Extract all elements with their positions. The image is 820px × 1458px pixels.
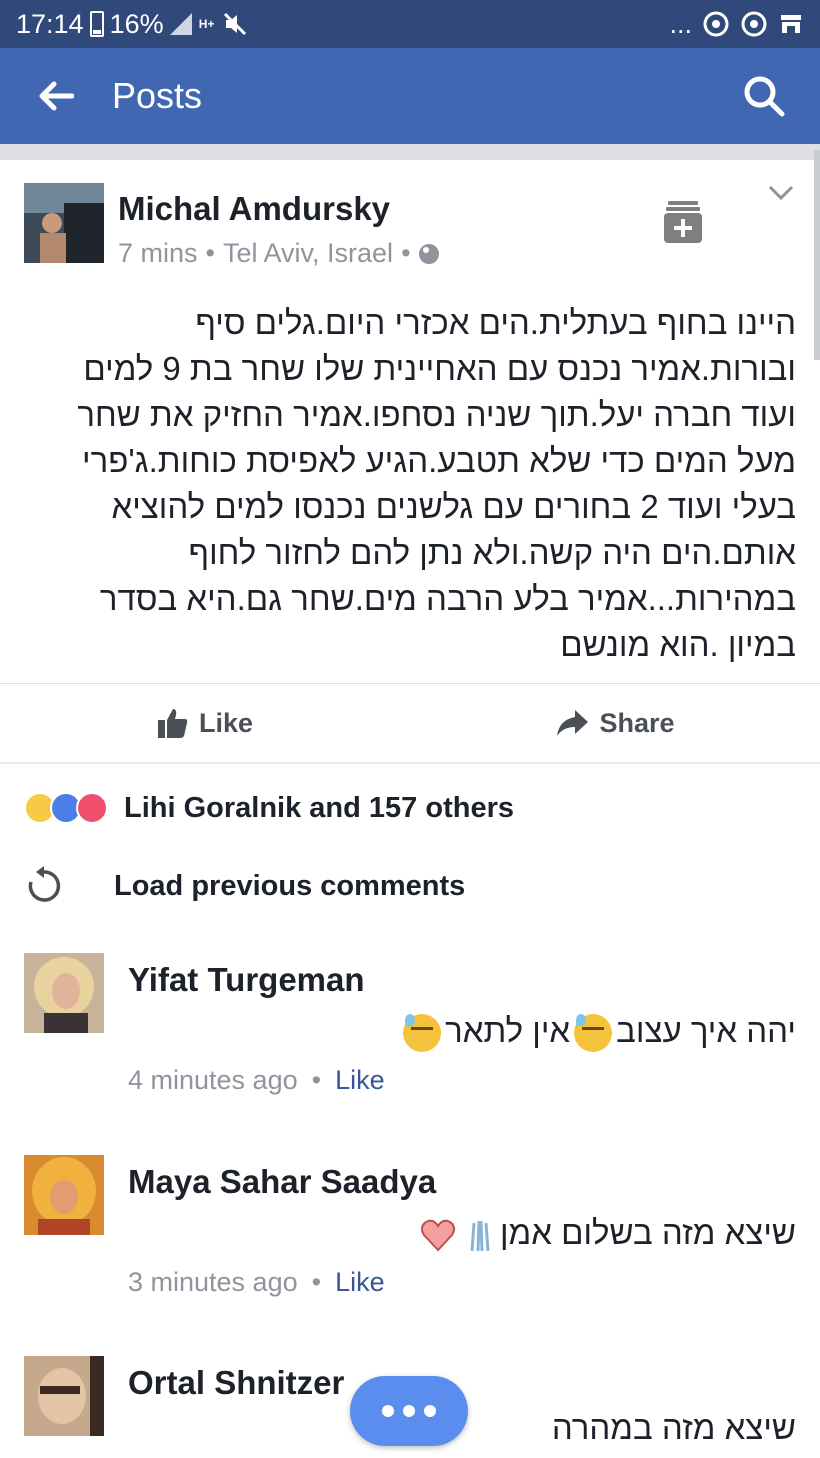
comment-like-button[interactable]: Like [335, 1267, 385, 1298]
share-button[interactable]: Share [410, 684, 820, 762]
like-thumb-icon [157, 709, 188, 738]
status-bar: 17:14 16% H+ ... [0, 0, 820, 48]
post-body: היינו בחוף בעתלית.הים אכזרי היום.גלים סי… [77, 304, 796, 663]
globe-icon [418, 243, 439, 264]
load-previous-label: Load previous comments [114, 869, 466, 902]
more-dots-icon [382, 1405, 394, 1417]
comment-time: 3 minutes ago [128, 1267, 298, 1297]
more-dots-icon [424, 1405, 436, 1417]
reactions-summary[interactable]: Lihi Goralnik and 157 others [24, 786, 514, 830]
network-type: H+ [198, 17, 215, 31]
meta-dot: • [311, 1065, 322, 1095]
meta-dot: • [205, 238, 215, 268]
comment-meta: 4 minutes ago • Like [128, 1065, 385, 1096]
sync-icon [703, 11, 729, 37]
load-previous-comments[interactable]: Load previous comments [24, 862, 465, 910]
sad-sweat-emoji-icon [574, 1014, 613, 1053]
comment-text: יהה איך עצוב אין לתאר [128, 1009, 796, 1053]
commenter-avatar[interactable] [24, 1356, 104, 1436]
post-header: Michal Amdursky 7 mins • Tel Aviv, Israe… [0, 160, 820, 280]
commenter-avatar[interactable] [24, 1155, 104, 1235]
comment-text: שיצא מזה בשלום אמן [128, 1211, 796, 1255]
search-button[interactable] [736, 68, 792, 124]
post-actions: Like Share [0, 683, 820, 762]
sad-sweat-emoji-icon-2 [403, 1014, 442, 1053]
battery-level: 16% [109, 8, 164, 39]
back-button[interactable] [28, 68, 84, 124]
post-card: Michal Amdursky 7 mins • Tel Aviv, Israe… [0, 160, 820, 738]
heart-icon [420, 1219, 456, 1252]
commenter-name[interactable]: Ortal Shnitzer [128, 1364, 344, 1402]
section-divider [0, 762, 820, 764]
overflow-indicator: ... [669, 8, 692, 39]
search-icon [744, 76, 785, 117]
feed-separator [0, 144, 820, 160]
refresh-icon [28, 866, 61, 902]
signal-icon [169, 13, 192, 35]
share-arrow-icon [557, 710, 589, 736]
more-dots-icon [403, 1405, 415, 1417]
commenter-avatar[interactable] [24, 953, 104, 1033]
chevron-down-icon[interactable] [768, 184, 794, 202]
praying-hands-icon [470, 1221, 490, 1252]
author-avatar[interactable] [24, 183, 104, 263]
page-title: Posts [112, 75, 203, 116]
post-meta: 7 mins • Tel Aviv, Israel • [118, 238, 439, 269]
more-options-button[interactable] [350, 1376, 468, 1446]
comment-time: 4 minutes ago [128, 1065, 298, 1095]
mute-icon [223, 12, 246, 36]
meta-dot-2: • [401, 238, 411, 268]
love-reaction-icon [76, 792, 108, 824]
back-arrow-icon [39, 81, 74, 111]
comment-text-part2: אין לתאר [445, 1012, 571, 1049]
commenter-name[interactable]: Yifat Turgeman [128, 961, 365, 999]
author-name[interactable]: Michal Amdursky [118, 190, 390, 228]
save-icon[interactable] [664, 200, 702, 244]
comment-text-body: שיצא מזה בשלום אמן [499, 1214, 796, 1251]
post-time[interactable]: 7 mins [118, 238, 198, 269]
comment-like-button[interactable]: Like [335, 1065, 385, 1096]
store-icon [781, 15, 801, 33]
reactions-text: Lihi Goralnik and 157 others [124, 791, 514, 824]
post-location[interactable]: Tel Aviv, Israel [223, 238, 393, 269]
like-button[interactable]: Like [0, 684, 410, 762]
comment-meta: 3 minutes ago • Like [128, 1267, 385, 1298]
share-label: Share [599, 707, 675, 738]
meta-dot: • [311, 1267, 322, 1297]
battery-icon [89, 11, 104, 37]
clock: 17:14 [16, 8, 84, 39]
sync-icon-2 [741, 11, 767, 37]
comment-text-part1: יהה איך עצוב [616, 1012, 796, 1049]
app-bar: Posts [0, 48, 820, 144]
like-label: Like [198, 707, 254, 738]
commenter-name[interactable]: Maya Sahar Saadya [128, 1163, 436, 1201]
